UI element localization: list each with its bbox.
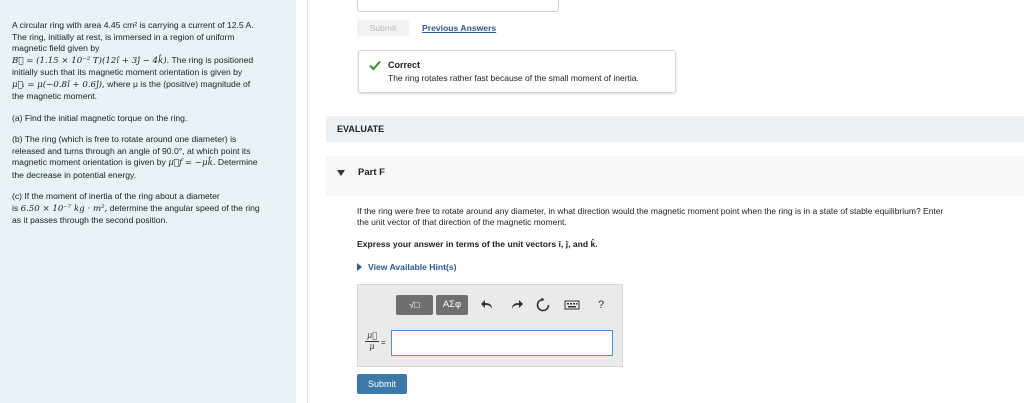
caret-right-icon [357, 263, 362, 271]
problem-intro: A circular ring with area 4.45 cm² is ca… [12, 20, 286, 103]
part-b-line-3: magnetic moment orientation is given by … [12, 157, 286, 170]
greek-symbols-button[interactable]: ΑΣφ [436, 295, 468, 315]
answer-label-denominator: μ [369, 342, 375, 351]
answer-label-numerator: μ⃗ [365, 331, 379, 342]
hint-label: View Available Hint(s) [368, 262, 457, 272]
part-f-header[interactable]: Part F [326, 156, 1024, 196]
undo-icon[interactable] [480, 297, 496, 313]
problem-panel: A circular ring with area 4.45 cm² is ca… [0, 0, 296, 403]
answer-editor: √□ ΑΣφ ? μ⃗ μ = [357, 284, 623, 367]
field-expression: B⃗ = (1.15 × 10⁻² T)(12î + 3ĵ − 4k̂). [12, 55, 170, 66]
part-f-question: If the ring were free to rotate around a… [357, 206, 1017, 227]
feedback-message: The ring rotates rather fast because of … [388, 73, 639, 83]
moment-tail: where μ is the (positive) magnitude of [104, 78, 251, 89]
question-line-2: the unit vector of that direction of the… [357, 216, 567, 227]
redo-icon[interactable] [508, 297, 524, 313]
part-c-line-2a: is [12, 202, 21, 213]
part-c-line-2b: determine the angular speed of the ring [107, 202, 260, 213]
previous-answer-box [357, 0, 559, 12]
part-c-line-3: as it passes through the second position… [12, 215, 168, 225]
check-icon [369, 60, 381, 71]
question-line-1: If the ring were free to rotate around a… [357, 206, 944, 216]
panel-divider [307, 0, 308, 403]
part-b-text: (b) The ring (which is free to rotate ar… [12, 134, 286, 181]
submit-button[interactable]: Submit [357, 374, 407, 394]
view-hints-link[interactable]: View Available Hint(s) [357, 262, 457, 272]
part-b-line-4: the decrease in potential energy. [12, 169, 137, 180]
intro-line-1: A circular ring with area 4.45 cm² is ca… [12, 20, 254, 30]
part-c-text: (c) If the moment of inertia of the ring… [12, 191, 286, 227]
help-button[interactable]: ? [593, 295, 609, 311]
feedback-correct: Correct The ring rotates rather fast bec… [358, 50, 676, 93]
part-b-line-3a: magnetic moment orientation is given by [12, 157, 169, 167]
part-b-line-2: released and turns through an angle of 9… [12, 145, 251, 156]
moment-expression: μ⃗ᵢ = μ(−0.8î + 0.6ĵ), [12, 79, 105, 90]
intro-line-2: The ring, initially at rest, is immersed… [12, 31, 235, 42]
moment-line-2: μ⃗ᵢ = μ(−0.8î + 0.6ĵ), where μ is the (p… [12, 79, 286, 92]
keyboard-icon[interactable] [564, 297, 580, 313]
final-moment-expression: μ⃗f = −μk̂. [168, 158, 216, 168]
chevron-down-icon [337, 170, 345, 176]
answer-input[interactable] [391, 330, 613, 356]
field-line: B⃗ = (1.15 × 10⁻² T)(12î + 3ĵ − 4k̂). Th… [12, 55, 286, 68]
field-tail: The ring is positioned [169, 54, 254, 65]
intro-line-3: magnetic field given by [12, 43, 100, 53]
part-a-text: (a) Find the initial magnetic torque on … [12, 112, 188, 123]
part-f-label: Part F [358, 167, 385, 178]
equals-sign: = [381, 338, 386, 347]
answer-variable-label: μ⃗ μ [365, 331, 379, 352]
previous-answers-link[interactable]: Previous Answers [422, 23, 496, 33]
part-c-line-2: is 6.50 × 10⁻⁷ kg · m², determine the an… [12, 203, 286, 216]
evaluate-header: EVALUATE [326, 116, 1024, 142]
answer-instruction: Express your answer in terms of the unit… [357, 239, 598, 249]
templates-button[interactable]: √□ [396, 295, 433, 315]
inertia-expression: 6.50 × 10⁻⁷ kg · m², [20, 203, 108, 214]
moment-line-1: initially such that its magnetic moment … [12, 67, 243, 77]
part-c-line-1: (c) If the moment of inertia of the ring… [12, 191, 220, 201]
part-b-line-3b: Determine [215, 157, 258, 167]
previous-submit-button[interactable]: Submit [357, 20, 409, 36]
reset-icon[interactable] [535, 297, 551, 313]
part-b-line-1: (b) The ring (which is free to rotate ar… [12, 134, 237, 144]
feedback-title: Correct [388, 60, 421, 70]
moment-line-3: the magnetic moment. [12, 91, 98, 101]
